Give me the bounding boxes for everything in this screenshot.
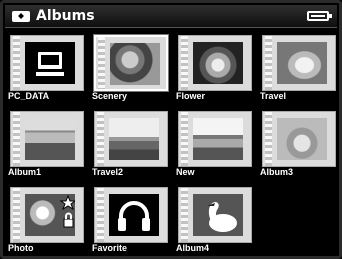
film-strip [98, 37, 105, 89]
album-scenery[interactable]: Scenery [89, 30, 171, 104]
album-flower[interactable]: Flower [173, 30, 255, 104]
album-label: Photo [8, 243, 34, 253]
album-label: Album4 [176, 243, 210, 253]
album-label: Travel [260, 91, 287, 101]
flowers-photo [110, 43, 160, 85]
page-title: Albums [36, 8, 95, 24]
album-photo[interactable]: Photo [5, 182, 87, 256]
album-label: Album3 [260, 167, 294, 177]
album-label: Favorite [92, 243, 128, 253]
film-strip [265, 36, 272, 90]
film-strip [265, 112, 272, 166]
landscape-photo [193, 118, 243, 160]
computer-icon [25, 42, 75, 84]
album-travel2[interactable]: Travel2 [89, 106, 171, 180]
film-strip [13, 188, 20, 242]
thumbnail [178, 187, 252, 243]
flower-photo [193, 42, 243, 84]
thumbnail [178, 35, 252, 91]
album-label: New [176, 167, 195, 177]
film-strip [181, 188, 188, 242]
thumbnail [94, 35, 168, 91]
animal-photo [277, 42, 327, 84]
battery-icon [307, 11, 332, 21]
album-label: Travel2 [92, 167, 124, 177]
album-label: Flower [176, 91, 206, 101]
film-strip [181, 112, 188, 166]
thumbnail [262, 35, 336, 91]
title-bar: Albums [5, 5, 337, 28]
cat-photo [277, 118, 327, 160]
star-lock-photo [25, 194, 75, 236]
thumbnail [262, 111, 336, 167]
headphones-icon [109, 194, 159, 236]
album-label: Album1 [8, 167, 42, 177]
thumbnail [94, 187, 168, 243]
field-photo [109, 118, 159, 160]
thumbnail [10, 111, 84, 167]
thumbnail [10, 35, 84, 91]
thumbnail [94, 111, 168, 167]
album-album3[interactable]: Album3 [257, 106, 339, 180]
film-strip [13, 36, 20, 90]
film-strip [97, 112, 104, 166]
battery-fill [311, 15, 325, 17]
album-album4[interactable]: Album4 [173, 182, 255, 256]
star-icon [59, 194, 75, 211]
album-pc-data[interactable]: PC_DATA [5, 30, 87, 104]
album-icon [12, 11, 30, 22]
album-album1[interactable]: Album1 [5, 106, 87, 180]
building-photo [25, 118, 75, 160]
album-favorite[interactable]: Favorite [89, 182, 171, 256]
thumbnail [178, 111, 252, 167]
thumbnail [10, 187, 84, 243]
album-travel[interactable]: Travel [257, 30, 339, 104]
film-strip [13, 112, 20, 166]
album-new[interactable]: New [173, 106, 255, 180]
film-strip [97, 188, 104, 242]
album-label: PC_DATA [8, 91, 50, 101]
album-label: Scenery [92, 91, 128, 101]
lock-icon [63, 212, 74, 228]
film-strip [181, 36, 188, 90]
bird-photo [193, 194, 243, 236]
